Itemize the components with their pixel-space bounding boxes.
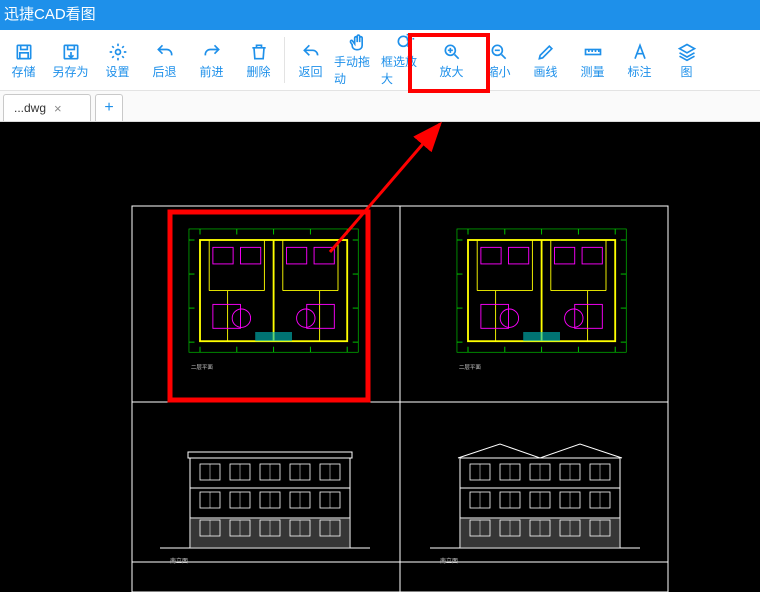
floppy-arrow-icon <box>60 41 82 63</box>
toolbar-separator <box>284 37 285 83</box>
toolbar-label: 框选放大 <box>381 53 428 87</box>
toolbar-label: 返回 <box>298 63 322 80</box>
svg-text:南立面: 南立面 <box>440 557 458 565</box>
toolbar-label: 删除 <box>246 63 270 80</box>
zoom-in-button[interactable]: 放大 <box>428 33 475 87</box>
file-tab[interactable]: ...dwg × <box>3 94 91 121</box>
toolbar-label: 前进 <box>199 63 223 80</box>
save-button[interactable]: 存储 <box>0 33 47 87</box>
annotation-arrow <box>330 124 440 252</box>
toolbar-label: 放大 <box>439 63 463 80</box>
svg-text:二层平面: 二层平面 <box>459 364 482 371</box>
svg-text:二层平面: 二层平面 <box>191 364 214 371</box>
layers-icon <box>676 41 698 63</box>
back-button[interactable]: 后退 <box>141 33 188 87</box>
zoom-out-button[interactable]: 缩小 <box>475 33 522 87</box>
toolbar-label: 图 <box>680 63 692 80</box>
drawing-canvas[interactable]: 二层平面 二层平面南立面 南立面 <box>0 122 760 592</box>
annotate-button[interactable]: 标注 <box>616 33 663 87</box>
toolbar-label: 测量 <box>580 63 604 80</box>
return-button[interactable]: 返回 <box>287 33 334 87</box>
trash-icon <box>248 41 270 63</box>
toolbar-label: 另存为 <box>52 63 88 80</box>
toolbar-label: 设置 <box>105 63 129 80</box>
gear-icon <box>107 41 129 63</box>
return-icon <box>300 41 322 63</box>
delete-button[interactable]: 删除 <box>235 33 282 87</box>
redo-icon <box>201 41 223 63</box>
toolbar: 存储另存为设置 后退 前进 删除 返回手动拖动框选放大放大 缩小 画线 测量 标注 图 <box>0 30 760 91</box>
toolbar-label: 手动拖动 <box>334 53 381 87</box>
toolbar-label: 后退 <box>152 63 176 80</box>
saveas-button[interactable]: 另存为 <box>47 33 94 87</box>
zoom-box-icon <box>394 33 416 53</box>
toolbar-label: 标注 <box>627 63 651 80</box>
forward-button[interactable]: 前进 <box>188 33 235 87</box>
zoom-in-icon <box>441 41 463 63</box>
pencil-icon <box>535 41 557 63</box>
app-title: 迅捷CAD看图 <box>4 6 96 23</box>
floppy-icon <box>13 41 35 63</box>
hand-icon <box>347 33 369 53</box>
toolbar-label: 存储 <box>11 63 35 80</box>
plus-icon: + <box>104 99 113 117</box>
line-button[interactable]: 画线 <box>522 33 569 87</box>
title-bar: 迅捷CAD看图 <box>0 0 760 30</box>
letter-a-icon <box>629 41 651 63</box>
tab-label: ...dwg <box>14 101 46 115</box>
ruler-icon <box>582 41 604 63</box>
toolbar-label: 缩小 <box>486 63 510 80</box>
measure-button[interactable]: 测量 <box>569 33 616 87</box>
svg-text:南立面: 南立面 <box>170 557 188 565</box>
settings-button[interactable]: 设置 <box>94 33 141 87</box>
toolbar-label: 画线 <box>533 63 557 80</box>
zoom-box-button[interactable]: 框选放大 <box>381 33 428 87</box>
tab-bar: ...dwg × + <box>0 91 760 122</box>
zoom-out-icon <box>488 41 510 63</box>
pan-button[interactable]: 手动拖动 <box>334 33 381 87</box>
layers-button[interactable]: 图 <box>663 33 710 87</box>
close-icon[interactable]: × <box>54 101 62 116</box>
undo-icon <box>154 41 176 63</box>
new-tab-button[interactable]: + <box>95 94 123 121</box>
